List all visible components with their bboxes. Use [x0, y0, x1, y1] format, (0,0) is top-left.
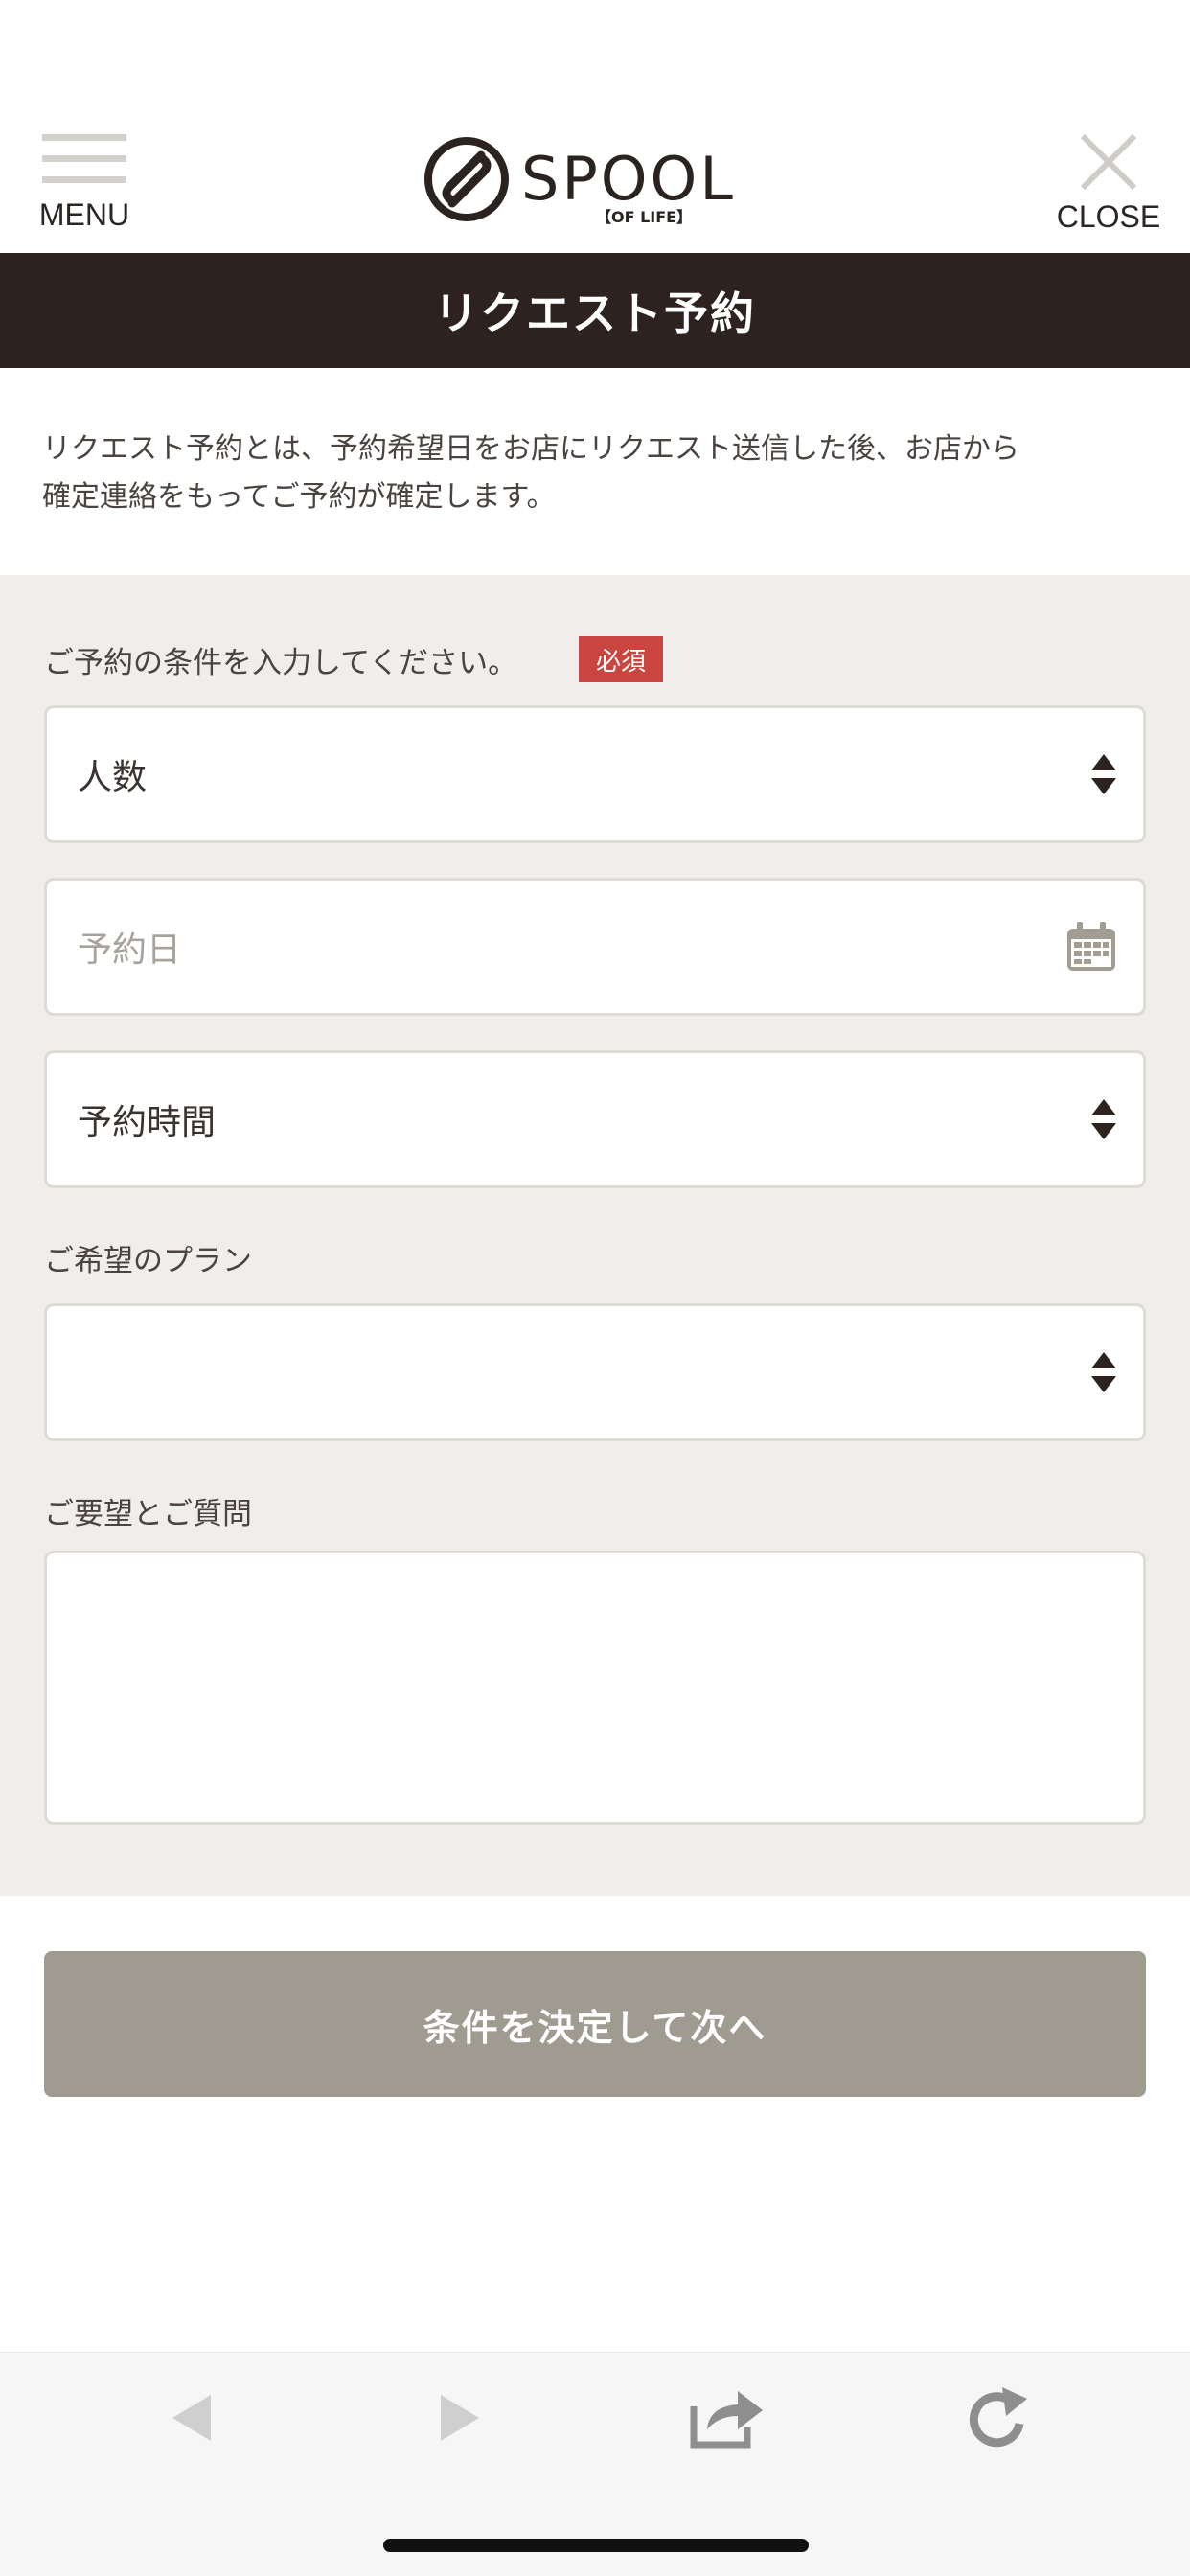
requests-label: ご要望とご質問 [44, 1497, 252, 1531]
people-select[interactable]: 人数 [44, 705, 1146, 843]
plan-select[interactable] [44, 1303, 1146, 1441]
close-button[interactable]: CLOSE [1048, 132, 1169, 240]
close-icon [1080, 133, 1137, 191]
home-indicator [383, 2539, 809, 2552]
date-input[interactable]: 予約日 [44, 878, 1146, 1016]
share-icon[interactable] [688, 2381, 767, 2450]
plan-label: ご希望のプラン [44, 1244, 252, 1278]
people-select-value: 人数 [78, 758, 148, 797]
logo-mark-icon [424, 137, 509, 221]
intro-line-2: 確定連絡をもってご予約が確定します。 [42, 480, 556, 514]
requests-textarea[interactable] [44, 1551, 1146, 1825]
calendar-icon [1067, 922, 1115, 971]
select-arrows-icon [1091, 1099, 1116, 1139]
page-title: リクエスト予約 [0, 253, 1190, 368]
site-header: MENU SPOOL 【OF LIFE】 CLOSE [0, 0, 1190, 253]
logo-text: SPOOL [521, 144, 736, 214]
submit-button[interactable]: 条件を決定して次へ [44, 1951, 1146, 2097]
time-select[interactable]: 予約時間 [44, 1050, 1146, 1188]
close-label: CLOSE [1056, 199, 1161, 234]
intro-text: リクエスト予約とは、予約希望日をお店にリクエスト送信した後、お店から 確定連絡を… [0, 368, 1190, 575]
select-arrows-icon [1091, 754, 1116, 794]
intro-line-1: リクエスト予約とは、予約希望日をお店にリクエスト送信した後、お店から [42, 432, 1019, 466]
back-arrow-icon[interactable] [169, 2391, 215, 2445]
reload-icon[interactable] [964, 2385, 1033, 2454]
time-select-value: 予約時間 [78, 1103, 217, 1142]
select-arrows-icon [1091, 1352, 1116, 1392]
browser-toolbar [0, 2352, 1190, 2576]
menu-button[interactable]: MENU [34, 134, 134, 240]
menu-label: MENU [38, 197, 130, 232]
conditions-label: ご予約の条件を入力してください。 [44, 646, 518, 680]
forward-arrow-icon[interactable] [437, 2391, 483, 2445]
spool-logo[interactable]: SPOOL 【OF LIFE】 [422, 134, 768, 230]
date-placeholder: 予約日 [78, 931, 182, 970]
reservation-form: ご予約の条件を入力してください。 必須 人数 予約日 予約時間 ご希望のプラン … [0, 575, 1190, 1896]
logo-subtext: 【OF LIFE】 [596, 208, 692, 226]
required-badge: 必須 [579, 636, 663, 682]
hamburger-icon [42, 134, 126, 184]
